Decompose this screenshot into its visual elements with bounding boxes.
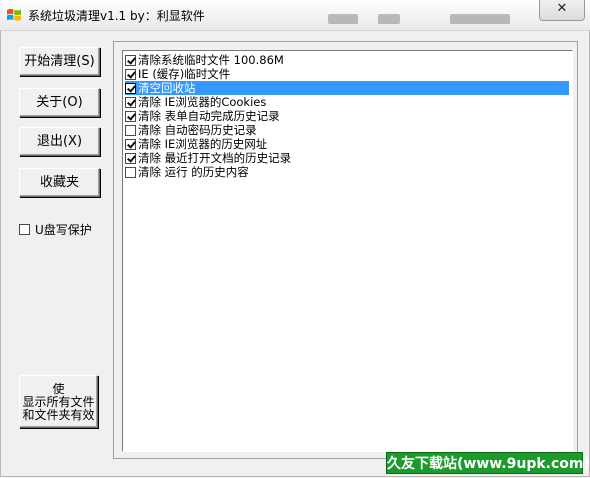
clean-item-checkbox[interactable] [125,96,136,108]
clean-item-label: 清除 表单自动完成历史记录 [138,109,280,123]
clean-item[interactable]: 清除系统临时文件 100.86M [125,53,284,67]
titlebar-decoration [328,14,358,24]
clean-item[interactable]: 清除 最近打开文档的历史记录 [125,151,291,165]
write-protect-label: U盘写保护 [35,223,92,237]
windows-logo-icon [7,8,21,21]
titlebar-decoration [378,14,400,24]
clean-item-checkbox[interactable] [125,152,136,164]
clean-item[interactable]: 清除 IE浏览器的Cookies [125,95,266,109]
clean-item-checkbox[interactable] [125,68,136,80]
favorites-button[interactable]: 收藏夹 [19,168,100,197]
show-all-line-3: 和文件夹有效 [22,407,95,422]
clean-item-label: 清除 IE浏览器的历史网址 [138,137,268,151]
close-icon: ✕ [556,1,568,16]
clean-item-label: 清除 运行 的历史内容 [138,165,249,179]
site-watermark: 久友下载站(www.9upk.com) [386,452,590,474]
clean-item-checkbox[interactable] [125,124,136,136]
show-all-files-button[interactable]: 使 显示所有文件 和文件夹有效 [19,375,98,428]
clean-item-label: 清除 自动密码历史记录 [138,123,257,137]
clean-item-label: 清除系统临时文件 100.86M [138,53,284,67]
clean-item-checkbox[interactable] [125,110,136,122]
clean-item[interactable]: 清除 运行 的历史内容 [125,165,249,179]
title-bar: 系统垃圾清理v1.1 by：利显软件 ✕ [0,0,590,31]
start-clean-button[interactable]: 开始清理(S) [19,47,100,76]
clean-item-checkbox[interactable] [125,54,136,66]
show-all-line-1: 使 [52,381,65,396]
write-protect-option[interactable]: U盘写保护 [19,221,92,238]
titlebar-decoration [450,14,510,24]
clean-item-label: 清除 最近打开文档的历史记录 [138,151,292,165]
clean-item-label: 清空回收站 [138,81,196,95]
clean-item[interactable]: IE (缓存)临时文件 [125,67,230,81]
window-title: 系统垃圾清理v1.1 by：利显软件 [28,9,205,23]
exit-button[interactable]: 退出(X) [19,127,100,156]
clean-item[interactable]: 清除 IE浏览器的历史网址 [125,137,267,151]
clean-item-checkbox[interactable] [125,138,136,150]
clean-item[interactable]: 清除 自动密码历史记录 [125,123,257,137]
clean-item-checkbox[interactable] [125,166,136,178]
about-button[interactable]: 关于(O) [19,88,100,117]
clean-item[interactable]: 清空回收站 [125,81,569,95]
close-button[interactable]: ✕ [539,0,585,21]
clean-item[interactable]: 清除 表单自动完成历史记录 [125,109,280,123]
write-protect-checkbox[interactable] [19,224,30,235]
clean-options-list: 清除系统临时文件 100.86M IE (缓存)临时文件 清空回收站 清除 IE浏览器… [122,50,573,452]
clean-options-panel: 清除系统临时文件 100.86M IE (缓存)临时文件 清空回收站 清除 IE浏览器… [113,41,578,459]
show-all-line-2: 显示所有文件 [22,394,95,409]
clean-item-label: IE (缓存)临时文件 [138,67,231,81]
clean-item-checkbox[interactable] [125,82,136,94]
clean-item-label: 清除 IE浏览器的Cookies [138,95,267,109]
